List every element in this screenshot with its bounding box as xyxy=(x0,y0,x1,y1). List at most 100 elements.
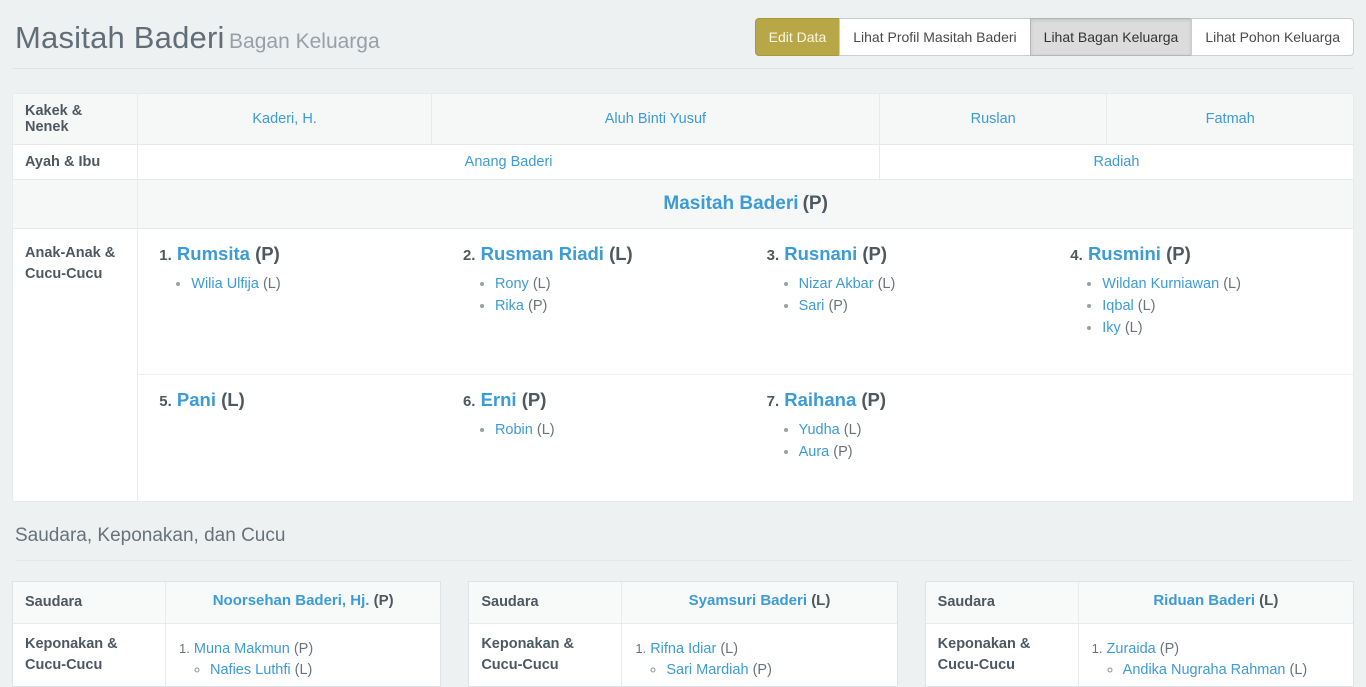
gender-tag: (L) xyxy=(878,276,896,292)
self-link[interactable]: Masitah Baderi xyxy=(663,193,798,214)
parent-link[interactable]: Anang Baderi xyxy=(465,154,553,170)
grandchild-link[interactable]: Nizar Akbar xyxy=(799,276,874,292)
sibling-link[interactable]: Noorsehan Baderi, Hj. xyxy=(213,592,370,609)
page-subtitle: Bagan Keluarga xyxy=(229,30,380,53)
page: Masitah Baderi Bagan Keluarga Edit Data … xyxy=(0,0,1366,687)
parents-label: Ayah & Ibu xyxy=(13,145,138,180)
view-button-group: Edit Data Lihat Profil Masitah Baderi Li… xyxy=(755,18,1354,56)
nephew-number: 1. xyxy=(635,641,646,656)
gender-tag: (P) xyxy=(803,193,828,214)
view-profile-button[interactable]: Lihat Profil Masitah Baderi xyxy=(839,18,1030,56)
grandparents-label: Kakek & Nenek xyxy=(13,94,138,145)
nephew-entry: 1. Zuraida (P) Andika Nugraha Rahman (L) xyxy=(1092,641,1345,678)
child-entry: 7. Raihana (P) Yudha (L) Aura (P) xyxy=(746,375,1050,501)
grandchild-link[interactable]: Wildan Kurniawan xyxy=(1102,276,1219,292)
grandparent-link[interactable]: Ruslan xyxy=(971,111,1016,127)
gender-tag: (L) xyxy=(221,389,245,410)
sibling-cards: Saudara Noorsehan Baderi, Hj. (P) Kepona… xyxy=(12,581,1354,687)
child-link[interactable]: Pani xyxy=(177,389,216,410)
child-link[interactable]: Erni xyxy=(481,389,517,410)
child-link[interactable]: Rumsita xyxy=(177,243,250,264)
nephew-entry: 1. Muna Makmun (P) Nafies Luthfi (L) xyxy=(179,641,432,678)
sibling-link[interactable]: Riduan Baderi xyxy=(1153,592,1255,609)
self-label-empty xyxy=(13,180,138,229)
grandparent-link[interactable]: Kaderi, H. xyxy=(252,111,316,127)
children-row: Anak-Anak & Cucu-Cucu 1. Rumsita (P) Wil… xyxy=(13,229,1354,502)
grandchild-link[interactable]: Rika xyxy=(495,298,524,314)
edit-data-button[interactable]: Edit Data xyxy=(755,18,841,56)
grandparent-cell: Kaderi, H. xyxy=(138,94,432,145)
nephew-child-link[interactable]: Nafies Luthfi xyxy=(210,662,291,678)
parent-link[interactable]: Radiah xyxy=(1093,154,1139,170)
sibling-label: Saudara xyxy=(926,582,1079,623)
gender-tag: (P) xyxy=(862,243,887,264)
grandchild-item: Sari (P) xyxy=(799,299,1042,314)
gender-tag: (L) xyxy=(1138,298,1156,314)
grandchild-link[interactable]: Aura xyxy=(799,444,830,460)
nephews-label: Keponakan & Cucu-Cucu xyxy=(926,624,1079,686)
grandparent-cell: Ruslan xyxy=(879,94,1107,145)
nephew-number: 1. xyxy=(179,641,190,656)
grandchild-item: Robin (L) xyxy=(495,423,738,438)
sibling-link[interactable]: Syamsuri Baderi xyxy=(689,592,807,609)
grandchild-link[interactable]: Yudha xyxy=(799,422,840,438)
nephews-list: 1. Rifna Idiar (L) Sari Mardiah (P) xyxy=(622,624,896,686)
nephew-link[interactable]: Muna Makmun xyxy=(194,641,290,657)
grandchild-link[interactable]: Rony xyxy=(495,276,529,292)
parent-cell: Radiah xyxy=(879,145,1353,180)
gender-tag: (L) xyxy=(609,243,633,264)
gender-tag: (L) xyxy=(1223,276,1241,292)
child-number: 4. xyxy=(1070,247,1083,264)
gender-tag: (P) xyxy=(294,641,313,657)
sibling-name-cell: Riduan Baderi (L) xyxy=(1079,582,1353,623)
nephew-child-link[interactable]: Andika Nugraha Rahman xyxy=(1123,662,1286,678)
nephew-link[interactable]: Rifna Idiar xyxy=(650,641,716,657)
gender-tag: (L) xyxy=(533,276,551,292)
nephew-child-item: Sari Mardiah (P) xyxy=(666,663,888,678)
child-number: 1. xyxy=(159,247,172,264)
child-link[interactable]: Raihana xyxy=(784,389,856,410)
grandchild-item: Nizar Akbar (L) xyxy=(799,277,1042,292)
child-number: 5. xyxy=(159,393,172,410)
gender-tag: (P) xyxy=(1166,243,1191,264)
child-number: 2. xyxy=(463,247,476,264)
grandchild-link[interactable]: Iqbal xyxy=(1102,298,1133,314)
nephews-row: Keponakan & Cucu-Cucu 1. Zuraida (P) And… xyxy=(926,624,1353,686)
gender-tag: (L) xyxy=(844,422,862,438)
child-link[interactable]: Rusman Riadi xyxy=(481,243,604,264)
grandparent-link[interactable]: Aluh Binti Yusuf xyxy=(605,111,706,127)
child-link[interactable]: Rusmini xyxy=(1088,243,1161,264)
nephew-link[interactable]: Zuraida xyxy=(1107,641,1156,657)
sibling-header-row: Saudara Noorsehan Baderi, Hj. (P) xyxy=(13,582,440,624)
child-link[interactable]: Rusnani xyxy=(784,243,857,264)
sibling-card: Saudara Syamsuri Baderi (L) Keponakan & … xyxy=(468,581,897,687)
nephews-row: Keponakan & Cucu-Cucu 1. Rifna Idiar (L)… xyxy=(469,624,896,686)
children-label: Anak-Anak & Cucu-Cucu xyxy=(13,229,138,502)
gender-tag: (L) xyxy=(295,662,313,678)
grandchild-item: Iky (L) xyxy=(1102,321,1345,336)
view-chart-button[interactable]: Lihat Bagan Keluarga xyxy=(1030,18,1193,56)
grandparent-link[interactable]: Fatmah xyxy=(1206,111,1255,127)
nephews-list: 1. Muna Makmun (P) Nafies Luthfi (L) xyxy=(166,624,440,686)
view-tree-button[interactable]: Lihat Pohon Keluarga xyxy=(1191,18,1354,56)
sibling-card: Saudara Riduan Baderi (L) Keponakan & Cu… xyxy=(925,581,1354,687)
nephew-child-item: Andika Nugraha Rahman (L) xyxy=(1123,663,1345,678)
sibling-card: Saudara Noorsehan Baderi, Hj. (P) Kepona… xyxy=(12,581,441,687)
gender-tag: (P) xyxy=(828,298,847,314)
child-entry: 3. Rusnani (P) Nizar Akbar (L) Sari (P) xyxy=(746,229,1050,374)
grandchild-item: Iqbal (L) xyxy=(1102,299,1345,314)
nephew-child-item: Nafies Luthfi (L) xyxy=(210,663,432,678)
gender-tag: (L) xyxy=(811,592,830,609)
page-header: Masitah Baderi Bagan Keluarga Edit Data … xyxy=(12,0,1354,69)
children-cell: 1. Rumsita (P) Wilia Ulfija (L) 2. Rusma… xyxy=(138,229,1354,502)
child-entry: 6. Erni (P) Robin (L) xyxy=(442,375,746,501)
nephew-child-link[interactable]: Sari Mardiah xyxy=(666,662,748,678)
gender-tag: (L) xyxy=(1125,320,1143,336)
grandchild-link[interactable]: Wilia Ulfija xyxy=(191,276,259,292)
grandparent-cell: Aluh Binti Yusuf xyxy=(431,94,879,145)
grandchild-link[interactable]: Robin xyxy=(495,422,533,438)
grandchild-link[interactable]: Iky xyxy=(1102,320,1121,336)
grandchild-link[interactable]: Sari xyxy=(799,298,825,314)
gender-tag: (L) xyxy=(1290,662,1308,678)
grandchild-item: Rony (L) xyxy=(495,277,738,292)
